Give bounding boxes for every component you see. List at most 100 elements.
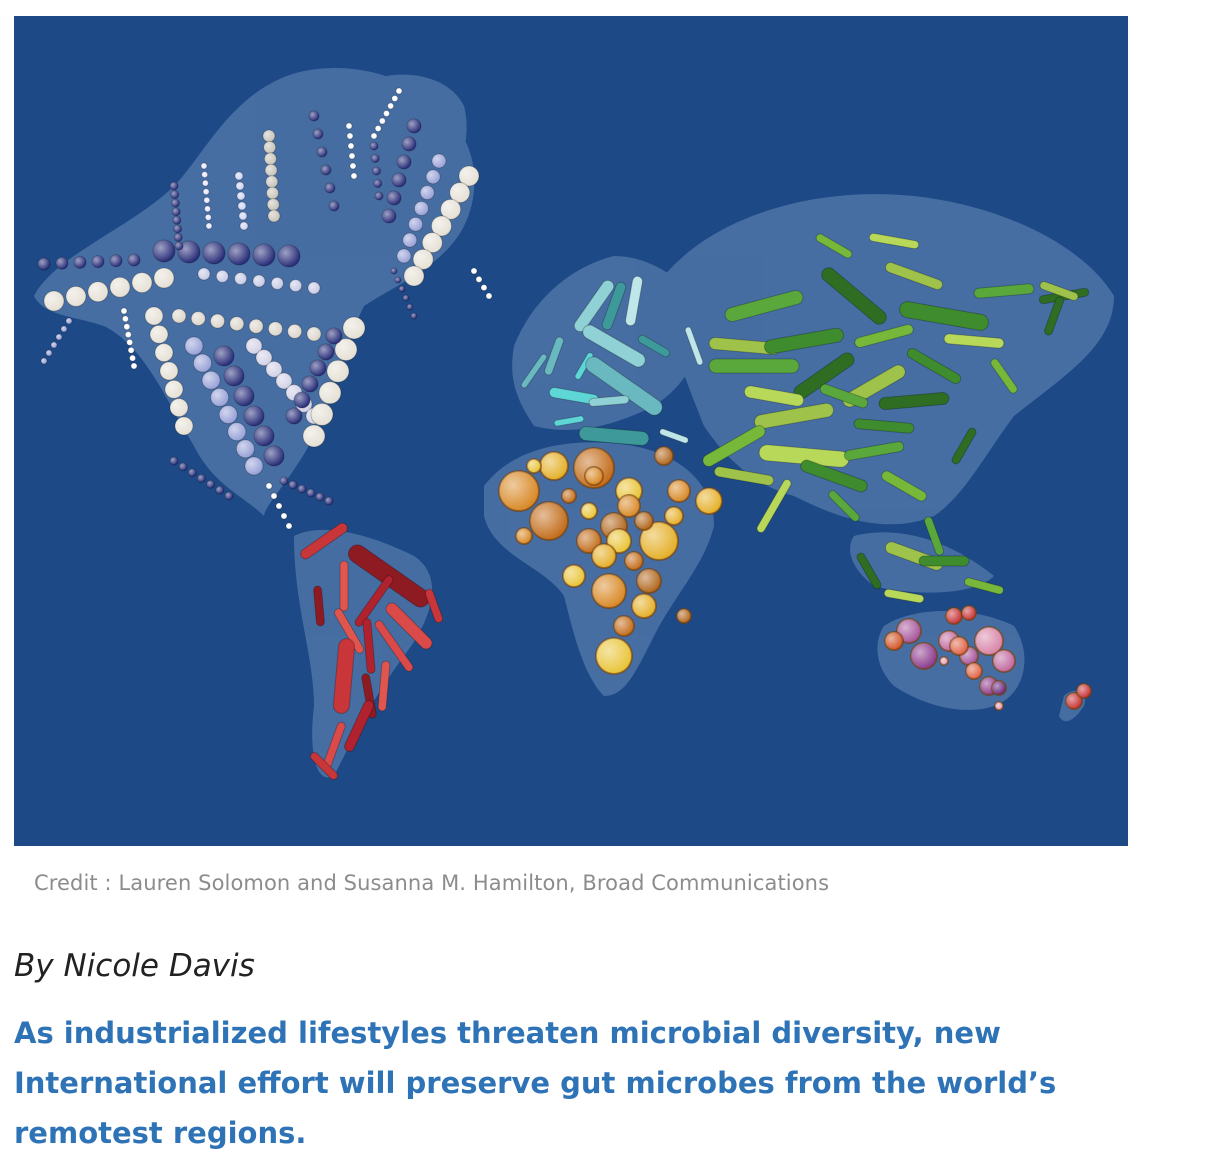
cell-blob-highlight (562, 489, 576, 503)
coccus-bead-highlight (216, 270, 229, 283)
coccus-bead-highlight (397, 155, 411, 169)
coccus-bead-highlight (383, 110, 390, 117)
cell-blob-highlight (516, 528, 532, 544)
coccus-bead-highlight (392, 173, 406, 187)
coccus-bead-highlight (402, 137, 416, 151)
coccus-bead-highlight (408, 217, 423, 232)
cell-blob-highlight (677, 609, 691, 623)
coccus-bead-highlight (313, 129, 323, 139)
cell-blob-highlight (592, 574, 626, 608)
cell-blob-highlight (637, 569, 661, 593)
coccus-bead-highlight (88, 281, 108, 302)
coccus-bead-highlight (253, 244, 275, 266)
coccus-bead-highlight (351, 173, 357, 179)
coccus-bead-highlight (326, 328, 342, 344)
coccus-bead-highlight (145, 307, 163, 325)
coccus-bead-highlight (402, 233, 417, 248)
coccus-bead-highlight (214, 346, 234, 366)
coccus-bead-highlight (206, 223, 212, 229)
cell-blob-highlight (911, 643, 937, 669)
coccus-bead-highlight (407, 119, 421, 133)
coccus-bead-highlight (224, 366, 244, 386)
cell-blob-highlight (696, 488, 722, 514)
coccus-bead-highlight (131, 363, 137, 369)
coccus-bead-highlight (263, 141, 276, 154)
coccus-bead-highlight (325, 497, 333, 505)
coccus-bead-highlight (348, 143, 354, 149)
coccus-bead-highlight (171, 199, 180, 208)
coccus-bead-highlight (188, 468, 197, 477)
coccus-bead-highlight (319, 381, 341, 404)
world-microbe-map-image (14, 16, 1128, 846)
coccus-bead-highlight (407, 304, 413, 310)
coccus-bead-highlight (123, 323, 130, 330)
coccus-bead-highlight (271, 277, 284, 290)
coccus-bead-highlight (172, 216, 181, 225)
coccus-bead-highlight (403, 295, 409, 301)
coccus-bead-highlight (265, 164, 278, 177)
coccus-bead-highlight (276, 503, 282, 509)
coccus-bead-highlight (66, 286, 86, 307)
coccus-bead-highlight (38, 258, 50, 270)
coccus-bead-highlight (206, 480, 215, 489)
coccus-bead-highlight (234, 386, 254, 406)
coccus-bead-highlight (264, 152, 277, 165)
coccus-bead-highlight (125, 331, 132, 338)
coccus-bead-highlight (193, 354, 212, 373)
cell-blob-highlight (596, 638, 632, 674)
coccus-bead-highlight (110, 254, 122, 267)
coccus-bead-highlight (286, 408, 302, 424)
coccus-bead-highlight (203, 188, 210, 195)
coccus-bead-highlight (271, 493, 277, 499)
coccus-bead-highlight (347, 133, 353, 139)
coccus-bead-highlight (197, 474, 206, 483)
coccus-bead-highlight (205, 214, 212, 221)
coccus-bead-highlight (41, 358, 47, 364)
coccus-bead-highlight (236, 182, 244, 190)
coccus-bead-highlight (349, 153, 355, 159)
coccus-bead-highlight (373, 179, 382, 188)
coccus-bead-highlight (307, 327, 321, 341)
coccus-bead-highlight (350, 163, 356, 169)
coccus-bead-highlight (375, 192, 383, 200)
coccus-bead-highlight (219, 405, 238, 424)
coccus-bead-highlight (129, 355, 136, 362)
coccus-bead-highlight (237, 192, 245, 200)
cell-blob-highlight (995, 702, 1003, 710)
coccus-bead-highlight (203, 197, 210, 204)
coccus-bead-highlight (310, 360, 326, 376)
coccus-bead-highlight (56, 257, 68, 270)
cell-blob-highlight (992, 681, 1006, 695)
coccus-bead-highlight (294, 392, 310, 408)
byline: By Nicole Davis (14, 948, 255, 984)
cell-blob-highlight (668, 480, 690, 502)
coccus-bead-highlight (249, 319, 264, 334)
coccus-bead-highlight (227, 422, 246, 441)
coccus-bead-highlight (185, 337, 203, 355)
coccus-bead-highlight (382, 209, 396, 223)
coccus-bead-highlight (325, 183, 335, 193)
coccus-bead-highlight (309, 111, 319, 121)
coccus-bead-highlight (238, 202, 246, 210)
cell-blob-highlight (625, 552, 643, 570)
coccus-bead-highlight (154, 268, 174, 288)
coccus-bead-highlight (165, 380, 183, 399)
cell-blob-highlight (585, 467, 603, 485)
coccus-bead-highlight (481, 284, 487, 291)
cell-blob-highlight (527, 459, 541, 473)
coccus-bead-highlight (321, 165, 331, 175)
coccus-bead-highlight (317, 147, 327, 157)
coccus-bead-highlight (170, 457, 178, 465)
cell-blob-highlight (655, 447, 673, 465)
coccus-bead-highlight (391, 95, 398, 102)
coccus-bead-highlight (387, 191, 401, 205)
coccus-bead-highlight (210, 388, 229, 407)
coccus-bead-highlight (170, 190, 179, 199)
coccus-bead-highlight (121, 308, 127, 314)
cell-blob-highlight (635, 512, 653, 530)
coccus-bead-highlight (371, 154, 380, 163)
coccus-bead-highlight (128, 254, 140, 266)
coccus-bead-highlight (379, 118, 386, 124)
map-illustration (14, 16, 1128, 846)
coccus-bead-highlight (370, 142, 378, 150)
